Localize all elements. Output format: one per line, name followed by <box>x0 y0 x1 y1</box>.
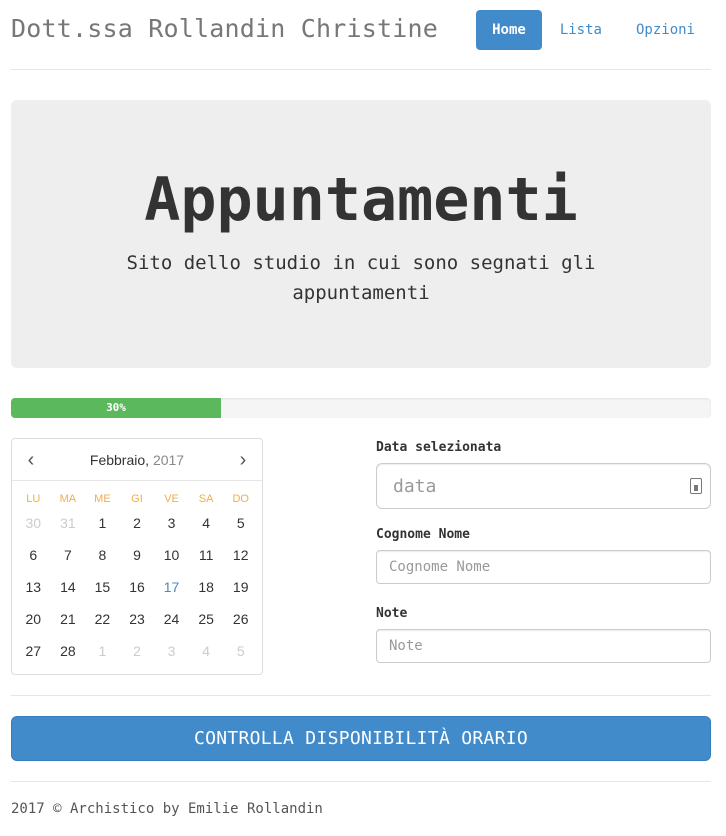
calendar-day[interactable]: 2 <box>120 507 155 539</box>
date-picker: ‹ Febbraio, 2017 › LU MA ME GI VE SA DO 30 31 1 2… <box>11 438 263 675</box>
calendar-day[interactable]: 6 <box>16 539 51 571</box>
calendar-day[interactable]: 24 <box>154 603 189 635</box>
chevron-right-icon[interactable]: › <box>230 447 256 473</box>
site-brand[interactable]: Dott.ssa Rollandin Christine <box>11 14 438 43</box>
appointment-form: Data selezionata Cognome Nome Note <box>376 438 711 663</box>
jumbotron: Appuntamenti Sito dello studio in cui so… <box>11 100 711 368</box>
calendar-day[interactable]: 7 <box>51 539 86 571</box>
calendar-day[interactable]: 11 <box>189 539 224 571</box>
nav-opzioni[interactable]: Opzioni <box>620 10 711 50</box>
calendar-day[interactable]: 27 <box>16 635 51 667</box>
calendar-icon[interactable] <box>690 478 702 494</box>
form-divider <box>11 695 711 696</box>
page-subtitle: Sito dello studio in cui sono segnati gl… <box>126 252 596 304</box>
calendar-day[interactable]: 5 <box>223 507 258 539</box>
notes-label: Note <box>376 606 408 621</box>
footer-text: 2017 © Archistico by Emilie Rollandin <box>11 801 323 817</box>
calendar-day[interactable]: 18 <box>189 571 224 603</box>
weekday-label: DO <box>232 493 249 505</box>
calendar-day[interactable]: 16 <box>120 571 155 603</box>
calendar-day[interactable]: 28 <box>51 635 86 667</box>
weekday-label: SA <box>198 493 214 505</box>
calendar-day[interactable]: 30 <box>16 507 51 539</box>
header-divider <box>11 69 711 70</box>
calendar-day[interactable]: 23 <box>120 603 155 635</box>
calendar-day[interactable]: 20 <box>16 603 51 635</box>
name-label: Cognome Nome <box>376 527 470 542</box>
name-input[interactable] <box>377 551 710 583</box>
calendar-weekdays: LU MA ME GI VE SA DO <box>12 481 262 505</box>
calendar-day[interactable]: 3 <box>154 507 189 539</box>
calendar-day[interactable]: 5 <box>223 635 258 667</box>
calendar-month-title[interactable]: Febbraio, 2017 <box>12 452 262 468</box>
calendar-month: Febbraio, <box>89 452 150 468</box>
notes-input[interactable] <box>377 630 710 662</box>
progress-bar: 30% <box>11 398 221 418</box>
calendar-day[interactable]: 21 <box>51 603 86 635</box>
calendar-day[interactable]: 26 <box>223 603 258 635</box>
calendar-day[interactable]: 4 <box>189 635 224 667</box>
footer-divider <box>11 781 711 782</box>
progress-track: 30% <box>11 398 711 418</box>
calendar-day[interactable]: 2 <box>120 635 155 667</box>
weekday-label: MA <box>59 493 77 505</box>
calendar-day[interactable]: 15 <box>85 571 120 603</box>
calendar-day[interactable]: 1 <box>85 635 120 667</box>
weekday-label: ME <box>94 493 111 505</box>
nav-home[interactable]: Home <box>476 10 542 50</box>
calendar-days: 30 31 1 2 3 4 5 6 7 8 9 10 11 12 13 14 15 16 17 18 19 20 21 22 2… <box>12 507 262 667</box>
name-field[interactable] <box>376 550 711 584</box>
calendar-header: ‹ Febbraio, 2017 › <box>12 439 262 481</box>
weekday-label: LU <box>26 493 41 505</box>
calendar-day[interactable]: 10 <box>154 539 189 571</box>
date-input[interactable] <box>377 464 710 508</box>
page-title: Appuntamenti <box>144 165 578 235</box>
calendar-year: 2017 <box>152 452 185 468</box>
calendar-day-today[interactable]: 17 <box>154 571 189 603</box>
calendar-day[interactable]: 9 <box>120 539 155 571</box>
check-availability-button[interactable]: CONTROLLA DISPONIBILITÀ ORARIO <box>11 716 711 761</box>
weekday-label: GI <box>131 493 143 505</box>
calendar-day[interactable]: 14 <box>51 571 86 603</box>
calendar-day[interactable]: 31 <box>51 507 86 539</box>
notes-field[interactable] <box>376 629 711 663</box>
date-field[interactable] <box>376 463 711 509</box>
main-nav: Home Lista Opzioni <box>474 10 711 50</box>
calendar-day[interactable]: 13 <box>16 571 51 603</box>
calendar-day[interactable]: 4 <box>189 507 224 539</box>
calendar-day[interactable]: 25 <box>189 603 224 635</box>
calendar-day[interactable]: 1 <box>85 507 120 539</box>
calendar-day[interactable]: 8 <box>85 539 120 571</box>
calendar-day[interactable]: 3 <box>154 635 189 667</box>
nav-lista[interactable]: Lista <box>544 10 618 50</box>
weekday-label: VE <box>164 493 179 505</box>
calendar-day[interactable]: 19 <box>223 571 258 603</box>
calendar-day[interactable]: 12 <box>223 539 258 571</box>
calendar-day[interactable]: 22 <box>85 603 120 635</box>
date-label: Data selezionata <box>376 440 502 455</box>
